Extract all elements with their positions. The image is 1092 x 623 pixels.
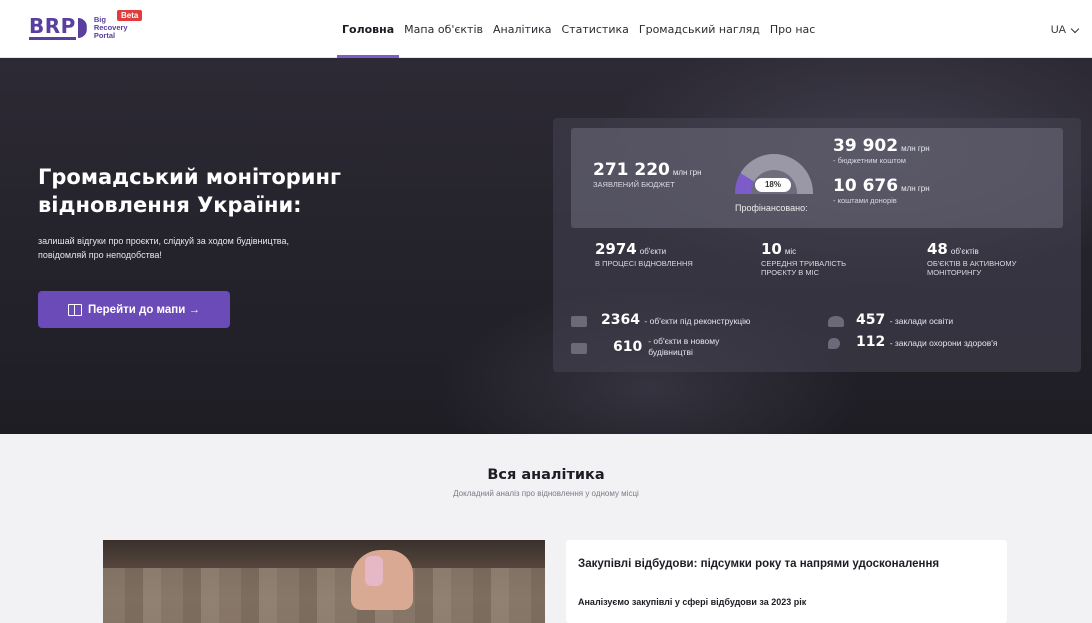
- monitored-unit: об'єктів: [950, 247, 979, 256]
- top-navbar: BRP Big Recovery Portal Beta Головна Мап…: [0, 0, 1092, 58]
- nav-item-map[interactable]: Мапа об'єктів: [399, 0, 488, 58]
- declared-budget-caption: ЗАЯВЛЕНИЙ БЮДЖЕТ: [593, 180, 675, 189]
- nav-item-statistics[interactable]: Статистика: [557, 0, 634, 58]
- healthcare-value: 112: [856, 334, 886, 350]
- in-recovery-value: 2974: [595, 240, 637, 258]
- logo-flag-icon: [77, 18, 87, 38]
- avg-duration-value: 10: [761, 240, 782, 258]
- in-recovery-unit: об'єкти: [639, 247, 667, 256]
- declared-budget-value: 271 220: [593, 160, 670, 180]
- article-photo[interactable]: [103, 540, 545, 623]
- monitored-stat: 48 об'єктів ОБ'ЄКТІВ В АКТИВНОМУ МОНІТОРИ…: [927, 240, 1067, 277]
- declared-budget: 271 220 млн грн ЗАЯВЛЕНИЙ БЮДЖЕТ: [593, 160, 701, 189]
- donor-funds-value: 10 676: [833, 176, 899, 196]
- article-card[interactable]: Закупівлі відбудови: підсумки року та на…: [566, 540, 1007, 623]
- budget-funds: 39 902 млн грн - бюджетним коштом: [833, 136, 930, 165]
- donor-funds-caption: - коштами донорів: [833, 196, 897, 205]
- education-value: 457: [856, 312, 886, 328]
- reconstruction-value: 2364: [601, 312, 640, 328]
- donor-funds: 10 676 млн грн - коштами донорів: [833, 176, 930, 205]
- photo-stone: [103, 568, 545, 623]
- hero-subtitle: залишай відгуки про проєкти, слідкуй за …: [38, 236, 289, 260]
- budget-funds-unit: млн грн: [901, 144, 930, 153]
- main-nav: Головна Мапа об'єктів Аналітика Статисти…: [337, 0, 820, 58]
- in-recovery-caption: В ПРОЦЕСІ ВІДНОВЛЕННЯ: [595, 259, 693, 268]
- article-subtitle: Аналізуємо закупівлі у сфері відбудови з…: [578, 597, 807, 607]
- language-label: UA: [1050, 24, 1066, 36]
- photo-watch: [365, 556, 383, 586]
- reconstruction-icon: [571, 316, 587, 327]
- beta-badge: Beta: [117, 10, 143, 21]
- monitored-value: 48: [927, 240, 948, 258]
- article-title[interactable]: Закупівлі відбудови: підсумки року та на…: [578, 557, 958, 572]
- nav-item-public-oversight[interactable]: Громадський нагляд: [634, 0, 765, 58]
- declared-budget-unit: млн грн: [672, 168, 702, 177]
- reconstruction-text: - об'єкти під реконструкцію: [644, 316, 751, 326]
- in-recovery-stat: 2974 об'єкти В ПРОЦЕСІ ВІДНОВЛЕННЯ: [595, 240, 745, 268]
- new-build-stat: 610 - об'єкти в новому будівництві: [613, 336, 753, 358]
- budget-funds-caption: - бюджетним коштом: [833, 156, 906, 165]
- monitored-caption: ОБ'ЄКТІВ В АКТИВНОМУ МОНІТОРИНГУ: [927, 259, 1017, 277]
- budget-funds-value: 39 902: [833, 136, 899, 156]
- new-build-icon: [571, 343, 587, 354]
- financed-percent: 18%: [755, 178, 791, 192]
- avg-duration-stat: 10 міс СЕРЕДНЯ ТРИВАЛІСТЬ ПРОЄКТУ В МІС: [761, 240, 891, 277]
- chevron-down-icon: [1070, 24, 1080, 33]
- analytics-title: Вся аналітика: [487, 467, 605, 483]
- logo-text-line: Portal: [93, 31, 116, 40]
- map-book-icon: [67, 303, 82, 316]
- nav-item-about[interactable]: Про нас: [765, 0, 820, 58]
- hero-title: Громадський моніторинг відновлення Украї…: [38, 165, 341, 217]
- new-build-text: - об'єкти в новому будівництві: [648, 336, 720, 357]
- avg-duration-caption: СЕРЕДНЯ ТРИВАЛІСТЬ ПРОЄКТУ В МІС: [761, 259, 846, 277]
- donor-funds-unit: млн грн: [901, 184, 930, 193]
- stats-panel: 271 220 млн грн ЗАЯВЛЕНИЙ БЮДЖЕТ 18% Проф…: [553, 118, 1081, 372]
- logo-mark: BRP: [29, 14, 76, 40]
- go-to-map-label: Перейти до мапи →: [87, 303, 201, 316]
- go-to-map-button[interactable]: Перейти до мапи →: [38, 291, 230, 328]
- education-stat: 457 - заклади освіти: [856, 311, 953, 329]
- avg-duration-unit: міс: [784, 247, 797, 256]
- heart-icon: [828, 338, 840, 349]
- budget-box: 271 220 млн грн ЗАЯВЛЕНИЙ БЮДЖЕТ 18% Проф…: [571, 128, 1063, 228]
- analytics-subtitle: Докладний аналіз про відновлення у одном…: [453, 489, 639, 498]
- reconstruction-stat: 2364 - об'єкти під реконструкцію: [601, 311, 750, 329]
- nav-item-home[interactable]: Головна: [337, 0, 400, 58]
- nav-item-analytics[interactable]: Аналітика: [488, 0, 557, 58]
- brp-logo[interactable]: BRP Big Recovery Portal Beta: [29, 9, 143, 47]
- financed-label: Профінансовано:: [735, 203, 808, 213]
- healthcare-stat: 112 - заклади охорони здоров'я: [856, 333, 997, 351]
- hero-section: Громадський моніторинг відновлення Украї…: [0, 58, 1092, 434]
- education-icon: [828, 316, 844, 327]
- language-selector[interactable]: UA: [1050, 24, 1080, 36]
- education-text: - заклади освіти: [889, 316, 954, 326]
- new-build-value: 610: [613, 339, 643, 355]
- healthcare-text: - заклади охорони здоров'я: [889, 338, 998, 348]
